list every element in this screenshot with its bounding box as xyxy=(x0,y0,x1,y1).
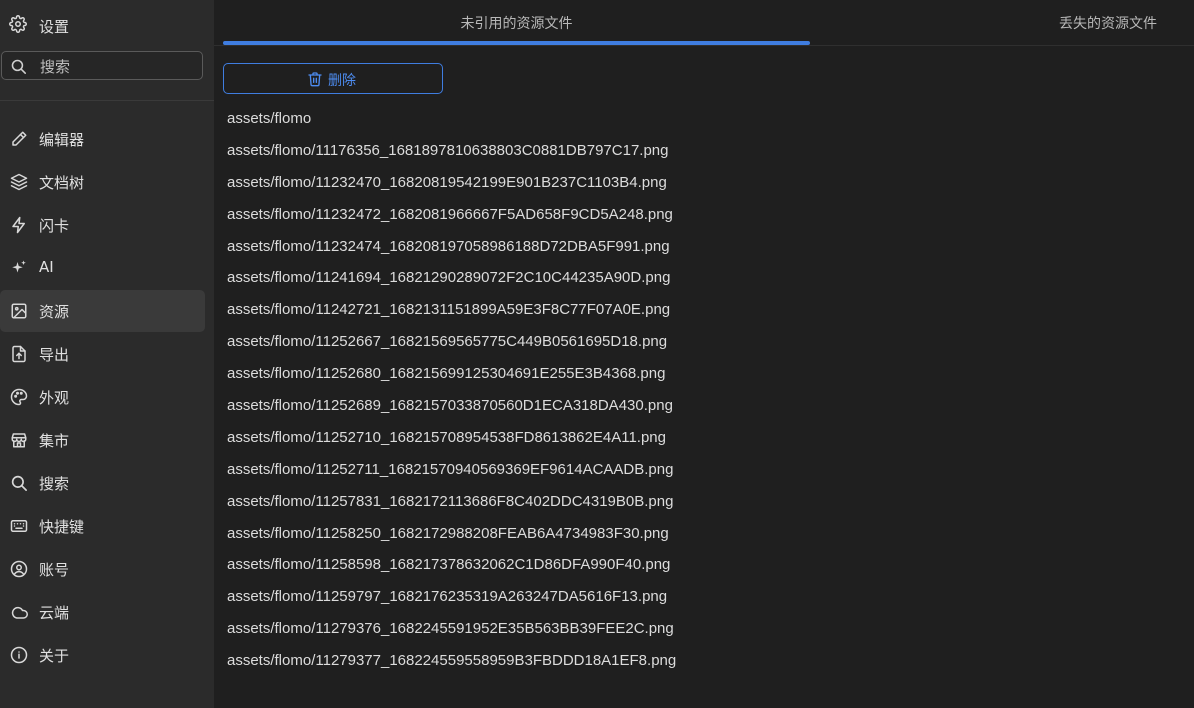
tab-label: 丢失的资源文件 xyxy=(1059,16,1157,32)
active-tab-indicator xyxy=(223,41,810,45)
list-item[interactable]: assets/flomo/11242721_1682131151899A59E3… xyxy=(227,294,1167,326)
search-icon xyxy=(10,58,27,75)
sidebar-header: 设置 xyxy=(0,8,214,42)
list-item[interactable]: assets/flomo xyxy=(227,103,1167,135)
sidebar-item-account[interactable]: 账号 xyxy=(0,548,205,590)
search-icon xyxy=(10,474,28,492)
sidebar-item-label: AI xyxy=(39,258,54,276)
sidebar-item-editor[interactable]: 编辑器 xyxy=(0,118,205,160)
keyboard-icon xyxy=(10,517,28,535)
layers-icon xyxy=(10,173,28,191)
main-panel: 未引用的资源文件 丢失的资源文件 删除 assets/flomo assets/… xyxy=(214,0,1194,708)
list-item[interactable]: assets/flomo/11257831_1682172113686F8C40… xyxy=(227,486,1167,518)
sidebar-search[interactable] xyxy=(1,51,203,80)
tab-label: 未引用的资源文件 xyxy=(460,16,573,32)
list-item[interactable]: assets/flomo/11252689_1682157033870560D1… xyxy=(227,390,1167,422)
cloud-icon xyxy=(10,603,28,621)
sidebar-item-label: 资源 xyxy=(39,303,70,321)
list-item[interactable]: assets/flomo/11279377_168224559558959B3F… xyxy=(227,645,1167,677)
gear-icon xyxy=(9,15,27,33)
sidebar-item-about[interactable]: 关于 xyxy=(0,634,205,676)
search-input[interactable] xyxy=(38,55,202,78)
list-item[interactable]: assets/flomo/11259797_1682176235319A2632… xyxy=(227,581,1167,613)
sidebar-item-label: 关于 xyxy=(39,647,70,665)
store-icon xyxy=(10,431,28,449)
sidebar-item-keymap[interactable]: 快捷键 xyxy=(0,505,205,547)
sidebar-divider xyxy=(0,100,214,101)
trash-icon xyxy=(307,70,323,88)
delete-button[interactable]: 删除 xyxy=(223,63,443,94)
sidebar-item-label: 搜索 xyxy=(39,475,70,493)
list-item[interactable]: assets/flomo/11232474_168208197058986188… xyxy=(227,231,1167,263)
list-item[interactable]: assets/flomo/11176356_1681897810638803C0… xyxy=(227,135,1167,167)
list-item[interactable]: assets/flomo/11258250_1682172988208FEAB6… xyxy=(227,518,1167,550)
sidebar-item-label: 外观 xyxy=(39,389,70,407)
sidebar: 设置 编辑器 xyxy=(0,0,214,708)
sidebar-item-label: 导出 xyxy=(39,346,70,364)
sidebar-nav: 编辑器 文档树 闪卡 AI 资源 导出 外观 集市 搜索 快捷键 账号 云端 关… xyxy=(0,118,214,677)
info-icon xyxy=(10,646,28,664)
tab-unreferenced-assets[interactable]: 未引用的资源文件 xyxy=(223,0,810,46)
list-item[interactable]: assets/flomo/11252711_16821570940569369E… xyxy=(227,454,1167,486)
list-item[interactable]: assets/flomo/11258598_168217378632062C1D… xyxy=(227,549,1167,581)
pencil-icon xyxy=(10,130,28,148)
sidebar-item-label: 文档树 xyxy=(39,174,85,192)
file-export-icon xyxy=(10,345,28,363)
sidebar-item-label: 编辑器 xyxy=(39,131,85,149)
palette-icon xyxy=(10,388,28,406)
sidebar-item-ai[interactable]: AI xyxy=(0,247,205,289)
sidebar-item-export[interactable]: 导出 xyxy=(0,333,205,375)
sidebar-item-label: 账号 xyxy=(39,561,70,579)
delete-button-label: 删除 xyxy=(328,73,356,89)
user-circle-icon xyxy=(10,560,28,578)
list-item[interactable]: assets/flomo/11252667_16821569565775C449… xyxy=(227,326,1167,358)
list-item[interactable]: assets/flomo/11252680_168215699125304691… xyxy=(227,358,1167,390)
settings-window: 设置 编辑器 xyxy=(0,0,1194,708)
sidebar-item-label: 快捷键 xyxy=(39,518,85,536)
sidebar-item-label: 云端 xyxy=(39,604,70,622)
sidebar-item-appearance[interactable]: 外观 xyxy=(0,376,205,418)
sparkle-icon xyxy=(10,259,28,277)
lightning-icon xyxy=(10,216,28,234)
asset-file-list: assets/flomo assets/flomo/11176356_16818… xyxy=(227,103,1167,677)
sidebar-title: 设置 xyxy=(39,18,70,36)
image-icon xyxy=(10,302,28,320)
sidebar-item-doctree[interactable]: 文档树 xyxy=(0,161,205,203)
sidebar-item-cloud[interactable]: 云端 xyxy=(0,591,205,633)
sidebar-item-search[interactable]: 搜索 xyxy=(0,462,205,504)
list-item[interactable]: assets/flomo/11241694_16821290289072F2C1… xyxy=(227,262,1167,294)
sidebar-item-assets[interactable]: 资源 xyxy=(0,290,205,332)
tab-missing-assets[interactable]: 丢失的资源文件 xyxy=(810,0,1194,46)
list-item[interactable]: assets/flomo/11279376_1682245591952E35B5… xyxy=(227,613,1167,645)
sidebar-item-flashcard[interactable]: 闪卡 xyxy=(0,204,205,246)
sidebar-item-label: 闪卡 xyxy=(39,217,70,235)
sidebar-item-bazaar[interactable]: 集市 xyxy=(0,419,205,461)
list-item[interactable]: assets/flomo/11232472_1682081966667F5AD6… xyxy=(227,199,1167,231)
sidebar-item-label: 集市 xyxy=(39,432,70,450)
list-item[interactable]: assets/flomo/11252710_168215708954538FD8… xyxy=(227,422,1167,454)
list-item[interactable]: assets/flomo/11232470_16820819542199E901… xyxy=(227,167,1167,199)
tab-bar: 未引用的资源文件 丢失的资源文件 xyxy=(214,0,1194,46)
